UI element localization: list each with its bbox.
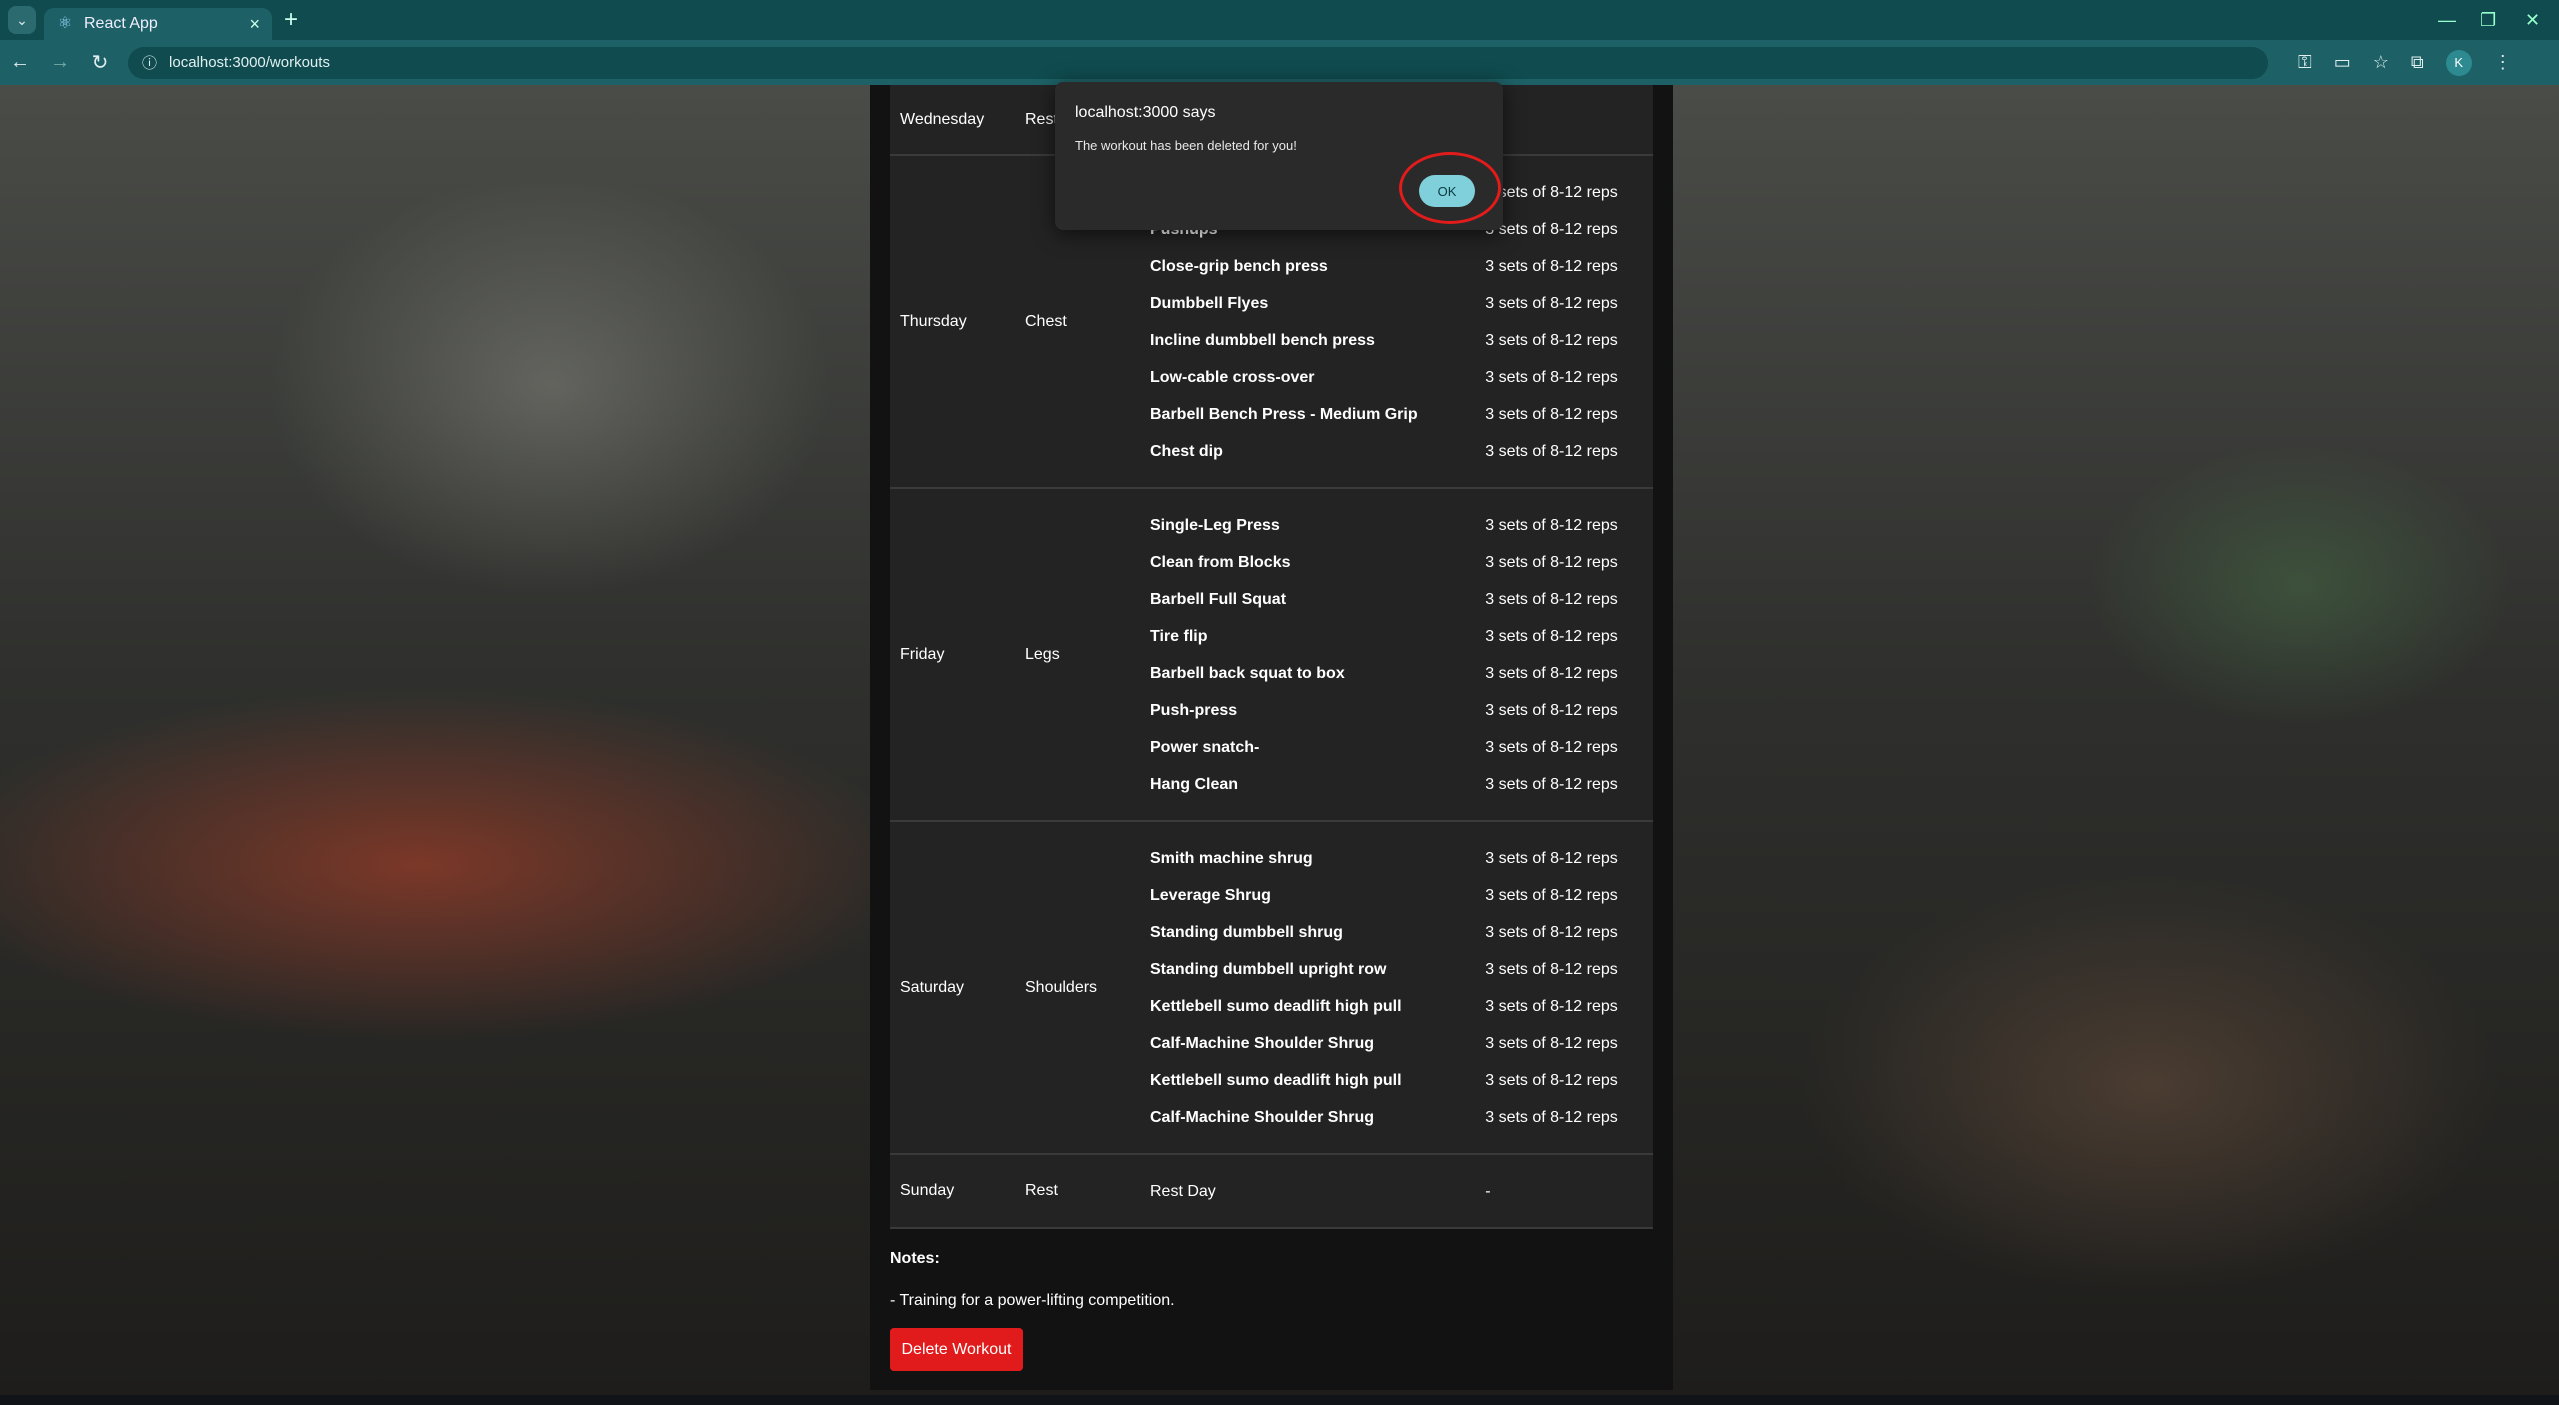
sets-reps: 3 sets of 8-12 reps [1485, 664, 1618, 682]
notes-text: - Training for a power-lifting competiti… [890, 1292, 1175, 1309]
sets-reps: 3 sets of 8-12 reps [1485, 294, 1618, 312]
day-row-sunday: Sunday Rest Rest Day - [890, 1154, 1653, 1228]
sets-reps: 3 sets of 8-12 reps [1485, 627, 1618, 645]
day-name: Wednesday [900, 110, 985, 128]
sets-reps: 3 sets of 8-12 reps [1485, 516, 1618, 534]
exercise-cell: Smith machine shrug Leverage Shrug Standin… [1140, 821, 1475, 1154]
day-focus: Legs [1025, 645, 1060, 663]
react-favicon-icon: ⚛ [57, 15, 73, 32]
exercise-name: Kettlebell sumo deadlift high pull [1150, 997, 1402, 1015]
exercise-name: Power snatch- [1150, 738, 1260, 756]
day-name: Thursday [900, 312, 967, 330]
sets-reps: 3 sets of 8-12 reps [1485, 442, 1618, 460]
sets-reps: 3 sets of 8-12 reps [1485, 923, 1618, 941]
day-row-saturday: Saturday Shoulders Smith machine shrug Leve… [890, 821, 1653, 1154]
sets-reps: 3 sets of 8-12 reps [1485, 849, 1618, 867]
new-tab-icon[interactable]: + [284, 6, 298, 34]
notes-label: Notes: [890, 1250, 940, 1267]
password-key-icon[interactable]: ⚿ [2298, 52, 2312, 73]
tab-search-chevron-icon[interactable]: ⌄ [8, 6, 36, 34]
exercise-name: Clean from Blocks [1150, 553, 1291, 571]
workout-panel: WednesdayRestThursdayChestPushupsClose-g… [870, 85, 1673, 1390]
minimize-icon[interactable]: — [2438, 0, 2456, 40]
site-info-icon[interactable]: ⓘ [142, 52, 157, 73]
day-focus: Shoulders [1025, 978, 1098, 996]
sets-reps: 3 sets of 8-12 reps [1485, 405, 1618, 423]
sets-reps: 3 sets of 8-12 reps [1485, 738, 1618, 756]
ok-highlight-circle [1399, 152, 1501, 224]
day-name: Saturday [900, 978, 965, 996]
exercise-cell: Rest Day [1140, 1154, 1475, 1228]
forward-icon[interactable]: → [40, 51, 80, 74]
sets-reps: 3 sets of 8-12 reps [1485, 220, 1618, 238]
exercise-name: Calf-Machine Shoulder Shrug [1150, 1034, 1375, 1052]
exercise-name: Close-grip bench press [1150, 257, 1328, 275]
exercise-name: Barbell back squat to box [1150, 664, 1345, 682]
sets-cell: 3 sets of 8-12 reps 3 sets of 8-12 reps 3 … [1475, 821, 1653, 1154]
exercise-name: Barbell Bench Press - Medium Grip [1150, 405, 1418, 423]
bookmark-star-icon[interactable]: ☆ [2373, 52, 2389, 73]
exercise-name: Smith machine shrug [1150, 849, 1313, 867]
dialog-message: The workout has been deleted for you! [1075, 138, 1297, 153]
exercise-name: Hang Clean [1150, 775, 1239, 793]
sets-reps: 3 sets of 8-12 reps [1485, 1071, 1618, 1089]
reload-icon[interactable]: ↻ [80, 50, 120, 75]
back-icon[interactable]: ← [0, 51, 40, 74]
taskbar [0, 1395, 2559, 1405]
sets-reps: - [1485, 1182, 1491, 1200]
sets-reps: 3 sets of 8-12 reps [1485, 775, 1618, 793]
exercise-name: Standing dumbbell upright row [1150, 960, 1387, 978]
profile-avatar[interactable]: K [2445, 49, 2472, 76]
exercise-name: Barbell Full Squat [1150, 590, 1287, 608]
exercise-name: Kettlebell sumo deadlift high pull [1150, 1071, 1402, 1089]
exercise-name: Single-Leg Press [1150, 516, 1280, 534]
day-focus: Rest [1025, 1182, 1058, 1199]
sets-reps: 3 sets of 8-12 reps [1485, 368, 1618, 386]
workout-schedule-table: WednesdayRestThursdayChestPushupsClose-g… [890, 85, 1653, 1229]
tab-title: React App [84, 15, 158, 32]
restore-icon[interactable]: ❐ [2480, 0, 2496, 40]
sets-reps: 3 sets of 8-12 reps [1485, 553, 1618, 571]
dialog-title: localhost:3000 says [1075, 104, 1216, 121]
sets-reps: 3 sets of 8-12 reps [1485, 997, 1618, 1015]
exercise-name: Dumbbell Flyes [1150, 294, 1269, 312]
day-name: Sunday [900, 1182, 955, 1199]
day-name: Friday [900, 645, 945, 663]
browser-tab[interactable]: ⚛ React App × [44, 8, 272, 40]
url-field[interactable]: ⓘ localhost:3000/workouts [128, 46, 2268, 79]
sets-cell: 3 sets of 8-12 reps 3 sets of 8-12 reps 3 … [1475, 488, 1653, 821]
exercise-name: Incline dumbbell bench press [1150, 331, 1375, 349]
sets-reps: 3 sets of 8-12 reps [1485, 701, 1618, 719]
delete-workout-button[interactable]: Delete Workout [890, 1328, 1023, 1371]
address-bar: ← → ↻ ⓘ localhost:3000/workouts ⚿ ▭ ☆ ⧉ … [0, 40, 2559, 85]
sets-reps: 3 sets of 8-12 reps [1485, 590, 1618, 608]
sets-reps: 3 sets of 8-12 reps [1485, 183, 1618, 201]
sets-cell: - [1475, 1154, 1653, 1228]
exercise-name: Standing dumbbell shrug [1150, 923, 1343, 941]
close-tab-icon[interactable]: × [249, 14, 260, 35]
tab-strip: ⌄ ⚛ React App × + — ❐ ✕ [0, 0, 2559, 40]
sets-reps: 3 sets of 8-12 reps [1485, 960, 1618, 978]
cast-icon[interactable]: ▭ [2334, 52, 2351, 73]
exercise-name: Leverage Shrug [1150, 886, 1271, 904]
exercise-cell: Single-Leg Press Clean from Blocks Barbell… [1140, 488, 1475, 821]
extensions-puzzle-icon[interactable]: ⧉ [2411, 52, 2424, 73]
sets-reps: 3 sets of 8-12 reps [1485, 331, 1618, 349]
exercise-name: Chest dip [1150, 442, 1223, 460]
url-text: localhost:3000/workouts [169, 54, 330, 71]
exercise-name: Rest Day [1150, 1182, 1216, 1200]
menu-kebab-icon[interactable]: ⋮ [2494, 52, 2512, 73]
exercise-name: Tire flip [1150, 627, 1208, 645]
sets-reps: 3 sets of 8-12 reps [1485, 1034, 1618, 1052]
day-row-friday: Friday Legs Single-Leg Press Clean from Blo… [890, 488, 1653, 821]
sets-reps: 3 sets of 8-12 reps [1485, 257, 1618, 275]
exercise-name: Push-press [1150, 701, 1238, 719]
close-window-icon[interactable]: ✕ [2525, 0, 2540, 40]
exercise-name: Calf-Machine Shoulder Shrug [1150, 1108, 1375, 1126]
exercise-name: Low-cable cross-over [1150, 368, 1315, 386]
sets-reps: 3 sets of 8-12 reps [1485, 886, 1618, 904]
sets-reps: 3 sets of 8-12 reps [1485, 1108, 1618, 1126]
